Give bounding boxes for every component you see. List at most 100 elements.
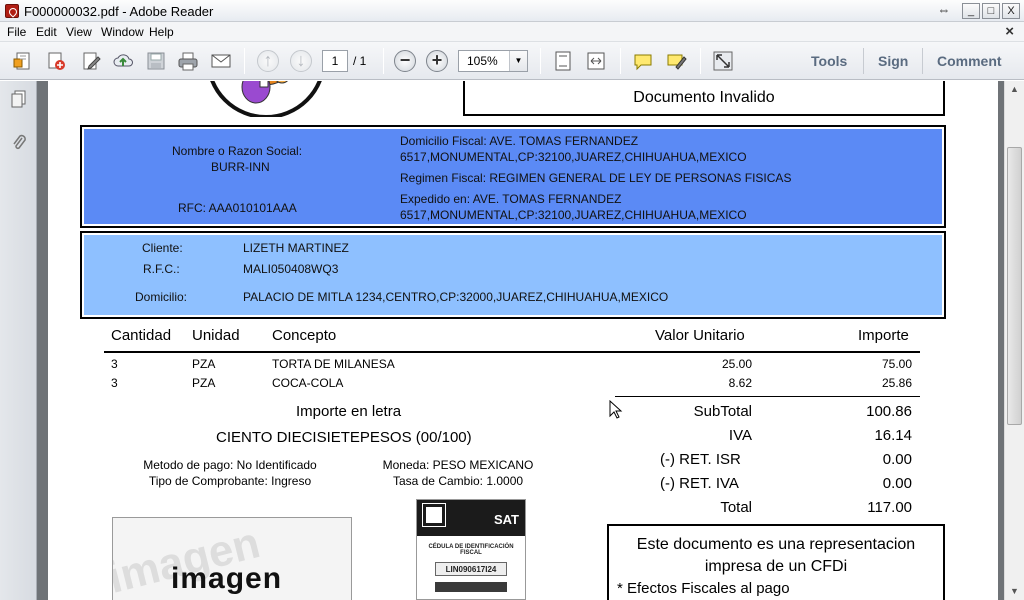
customer-address: PALACIO DE MITLA 1234,CENTRO,CP:32000,JU… (243, 290, 669, 304)
customer-address-label: Domicilio: (135, 290, 188, 304)
tools-pane-button[interactable]: Tools (811, 53, 847, 69)
menu-window[interactable]: Window (101, 25, 144, 39)
previous-page-button[interactable]: ↑ (257, 50, 279, 72)
menu-help[interactable]: Help (149, 25, 174, 39)
cloud-upload-icon[interactable] (112, 50, 134, 72)
sat-fiscal-id-card: SAT CÉDULA DE IDENTIFICACIÓN FISCAL LIN0… (416, 499, 526, 600)
minimize-button[interactable]: _ (962, 3, 980, 19)
row-amount: 25.86 (881, 376, 912, 390)
customer-label: Cliente: (142, 241, 183, 255)
col-header-unit-price: Valor Unitario (655, 327, 745, 344)
sat-card-code: LIN090617I24 (445, 565, 497, 574)
attachments-icon[interactable] (10, 133, 28, 153)
total-value: 117.00 (867, 499, 912, 516)
close-button[interactable]: X (1002, 3, 1020, 19)
page-thumbnails-icon[interactable] (10, 89, 28, 109)
pdf-page: Documento Invalido Nombre o Razon Social… (48, 81, 998, 600)
customer-section: Cliente: LIZETH MARTINEZ R.F.C.: MALI050… (80, 231, 946, 319)
sign-pane-button[interactable]: Sign (878, 53, 908, 69)
ret-isr-label: (-) RET. ISR (660, 451, 741, 468)
menu-edit[interactable]: Edit (36, 25, 57, 39)
zoom-out-button[interactable]: − (394, 50, 416, 72)
resize-icon[interactable]: ⇔ (934, 3, 954, 19)
zoom-level-select[interactable]: 105% ▼ (458, 50, 528, 72)
iva-label: IVA (728, 427, 752, 444)
ret-iva-value: 0.00 (882, 475, 912, 492)
email-icon[interactable] (210, 50, 232, 72)
combine-files-icon[interactable] (45, 50, 67, 72)
row-unit: PZA (192, 357, 216, 371)
invalid-document-box: Documento Invalido (463, 81, 945, 116)
page-count: / 1 (353, 54, 367, 68)
subtotal-value: 100.86 (866, 403, 912, 420)
print-icon[interactable] (177, 50, 199, 72)
scroll-up-arrow-icon[interactable]: ▲ (1005, 81, 1024, 98)
scrollbar-thumb[interactable] (1007, 147, 1022, 425)
comment-icon[interactable] (632, 50, 654, 72)
scroll-down-arrow-icon[interactable]: ▼ (1005, 583, 1024, 600)
issued-in-line1: Expedido en: AVE. TOMAS FERNANDEZ (400, 192, 622, 206)
qr-code-icon (422, 503, 446, 527)
menu-file[interactable]: File (7, 25, 26, 39)
fit-page-icon[interactable] (552, 50, 574, 72)
col-header-unit: Unidad (192, 327, 240, 344)
menu-view[interactable]: View (66, 25, 92, 39)
highlight-icon[interactable] (665, 50, 687, 72)
vertical-scrollbar[interactable]: ▲ ▼ (1004, 81, 1024, 600)
row-quantity: 3 (111, 357, 118, 371)
amount-in-words: CIENTO DIECISIETEPESOS (00/100) (216, 429, 472, 446)
sat-card-title: CÉDULA DE IDENTIFICACIÓN FISCAL (428, 544, 514, 556)
iva-value: 16.14 (874, 427, 912, 444)
page-number-input[interactable]: 1 (322, 50, 348, 72)
sat-logo: SAT (493, 512, 519, 527)
voucher-type: Tipo de Comprobante: Ingreso (148, 474, 312, 488)
issuer-section: Nombre o Razon Social: BURR-INN RFC: AAA… (80, 125, 946, 228)
issuer-address-line1: Domicilio Fiscal: AVE. TOMAS FERNANDEZ (400, 134, 639, 148)
image-placeholder-text: imagen (171, 562, 283, 595)
cfdi-notice-box: Este documento es una representacion impr… (607, 524, 945, 600)
next-page-button[interactable]: ↓ (290, 50, 312, 72)
create-pdf-icon[interactable] (12, 50, 34, 72)
fiscal-effects-note: * Efectos Fiscales al pago (617, 580, 790, 597)
cfdi-notice-line1: Este documento es una representacion (636, 536, 916, 553)
fit-width-icon[interactable] (585, 50, 607, 72)
zoom-in-button[interactable]: + (426, 50, 448, 72)
row-concept: COCA-COLA (272, 376, 344, 390)
col-header-concept: Concepto (272, 327, 337, 344)
edit-document-icon[interactable] (80, 50, 102, 72)
close-document-button[interactable]: × (1005, 23, 1014, 40)
maximize-button[interactable]: □ (982, 3, 1000, 19)
window-title: F000000032.pdf - Adobe Reader (24, 4, 214, 19)
ret-iva-label: (-) RET. IVA (660, 475, 739, 492)
issuer-name-label: Nombre o Razon Social: (172, 144, 303, 158)
customer-rfc-label: R.F.C.: (143, 262, 180, 276)
menu-bar: File Edit View Window Help × (0, 22, 1024, 42)
save-icon[interactable] (145, 50, 167, 72)
exchange-rate: Tasa de Cambio: 1.0000 (392, 474, 524, 488)
issued-in-line2: 6517,MONUMENTAL,CP:32100,JUAREZ,CHIHUAHU… (400, 208, 747, 222)
mouse-cursor-icon (609, 400, 623, 419)
ret-isr-value: 0.00 (882, 451, 912, 468)
issuer-tax-regime: Regimen Fiscal: REGIMEN GENERAL DE LEY D… (400, 171, 792, 185)
adobe-reader-icon (5, 4, 19, 18)
title-bar: F000000032.pdf - Adobe Reader ⇔ _ □ X (0, 0, 1024, 22)
toolbar: ↑ ↓ 1 / 1 − + 105% ▼ Tools Sign Comment (0, 42, 1024, 80)
col-header-quantity: Cantidad (111, 327, 172, 344)
fullscreen-icon[interactable] (712, 50, 734, 72)
comment-pane-button[interactable]: Comment (937, 53, 1002, 69)
issuer-name: BURR-INN (211, 160, 270, 174)
col-header-amount: Importe (858, 327, 909, 344)
customer-name: LIZETH MARTINEZ (243, 241, 349, 255)
row-concept: TORTA DE MILANESA (272, 357, 395, 371)
image-placeholder: imagen imagen (112, 517, 352, 600)
row-unit-price: 8.62 (728, 376, 752, 390)
row-unit-price: 25.00 (721, 357, 752, 371)
payment-method: Metodo de pago: No Identificado (143, 458, 317, 472)
zoom-value: 105% (467, 54, 498, 68)
subtotal-label: SubTotal (693, 403, 752, 420)
cfdi-notice-line2: impresa de un CFDi (704, 558, 848, 575)
chevron-down-icon[interactable]: ▼ (509, 51, 527, 71)
issuer-rfc: RFC: AAA010101AAA (178, 201, 297, 215)
row-unit: PZA (192, 376, 216, 390)
currency: Moneda: PESO MEXICANO (382, 458, 534, 472)
